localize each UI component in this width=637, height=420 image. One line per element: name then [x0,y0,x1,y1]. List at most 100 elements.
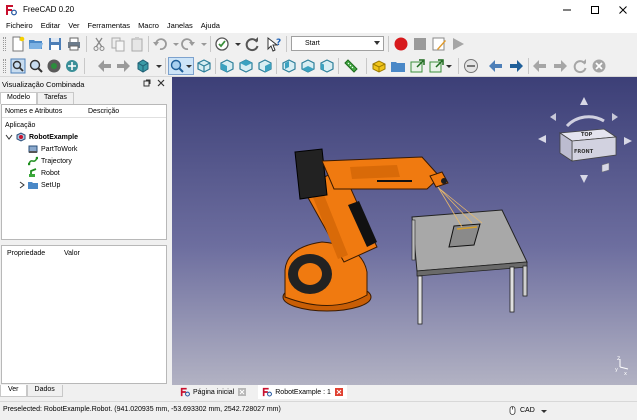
make-link-icon[interactable] [409,58,425,74]
combo-view-header: Visualização Combinada [2,79,171,90]
copy-icon[interactable] [110,36,126,52]
create-part-icon[interactable] [371,58,387,74]
menu-ajuda[interactable]: Ajuda [197,19,224,33]
tree-item-trajectory[interactable]: Trajectory [28,155,72,167]
menu-editar[interactable]: Editar [37,19,65,33]
nav-back-icon[interactable] [532,58,548,74]
property-column-value[interactable]: Valor [64,250,80,257]
tab-dados[interactable]: Dados [26,385,63,397]
minimize-button[interactable] [553,0,581,19]
menu-ferramentas[interactable]: Ferramentas [84,19,135,33]
create-group-icon[interactable] [390,58,406,74]
tree-root-text: Aplicação [5,121,36,129]
close-panel-icon[interactable] [157,79,165,87]
view-bottom-icon[interactable] [300,58,316,74]
whats-this-icon[interactable]: ? [266,36,282,52]
tree-document-row[interactable]: RobotExample [5,131,78,143]
tree-column-description[interactable]: Descrição [85,108,119,115]
maximize-button[interactable] [581,0,609,19]
tree-item-parttowork[interactable]: PartToWork [28,143,77,155]
toolbar-grip[interactable] [3,59,6,73]
fit-selection-icon[interactable] [28,58,44,74]
macro-record-check-icon[interactable] [214,36,230,52]
macro-edit-icon[interactable] [431,36,447,52]
zoom-icon[interactable] [169,58,185,74]
redo-icon[interactable] [180,36,196,52]
paste-icon[interactable] [129,36,145,52]
tree-column-names[interactable]: Nomes e Atributos [2,108,85,115]
tab-ver[interactable]: Ver [0,385,27,397]
tree-item-robot[interactable]: Robot [28,167,60,179]
print-icon[interactable] [66,36,82,52]
undo-icon[interactable] [152,36,168,52]
navcube-down-arrow-icon [580,175,588,183]
tree-item-setup[interactable]: SetUp [18,179,60,191]
draw-style-icon[interactable] [46,58,62,74]
tab-tarefas[interactable]: Tarefas [36,92,74,104]
float-panel-icon[interactable] [143,79,151,87]
tab-robotexample[interactable]: RobotExample : 1 [258,385,347,399]
cut-icon[interactable] [91,36,107,52]
tree-item-label: SetUp [41,181,61,189]
link-dropdown-icon[interactable] [444,58,454,74]
view-isometric-icon[interactable] [196,58,212,74]
trajectory-icon [28,156,38,166]
refresh-icon[interactable] [244,36,260,52]
view-rear-icon[interactable] [281,58,297,74]
model-tree: Nomes e Atributos Descrição Aplicação Ro… [1,104,167,240]
macro-run-icon[interactable] [450,36,466,52]
chevron-right-icon[interactable] [18,181,26,189]
menu-janelas[interactable]: Janelas [163,19,197,33]
view-front-icon[interactable] [219,58,235,74]
freecad-logo-icon [180,387,190,397]
fit-all-icon[interactable] [10,58,26,74]
link-actions-icon[interactable] [428,58,444,74]
tree-header: Nomes e Atributos Descrição [2,105,166,118]
toolbar-separator [276,58,277,74]
nav-stop-icon[interactable] [591,58,607,74]
open-folder-icon[interactable] [28,36,44,52]
mouse-icon [509,406,516,415]
navigation-cube[interactable]: TOP FRONT [538,97,632,183]
tree-item-label: Trajectory [41,157,72,165]
property-column-name[interactable]: Propriedade [2,250,64,257]
property-tabs: Ver Dados [0,385,63,397]
menu-ficheiro[interactable]: Ficheiro [2,19,37,33]
link-unlink-icon[interactable] [463,58,479,74]
zoom-dropdown-icon[interactable] [184,58,194,74]
menu-macro[interactable]: Macro [134,19,163,33]
view-top-icon[interactable] [238,58,254,74]
view-right-icon[interactable] [257,58,273,74]
3d-viewport[interactable]: TOP FRONT z x y [172,77,637,385]
toolbar-separator [148,36,149,52]
selection-filter-icon[interactable] [64,58,80,74]
tree-document-label: RobotExample [29,133,79,141]
view-left-icon[interactable] [319,58,335,74]
close-tab-icon[interactable] [238,388,247,396]
workbench-selector[interactable]: Start [291,36,384,51]
save-icon[interactable] [47,36,63,52]
back-arrow-icon[interactable] [97,58,113,74]
tab-modelo[interactable]: Modelo [0,92,37,104]
navcube-top-label: TOP [581,132,593,138]
tab-start-page[interactable]: Página inicial [176,385,250,399]
measure-distance-icon[interactable] [343,58,359,74]
go-back-link-icon[interactable] [488,58,504,74]
macro-record-icon[interactable] [393,36,409,52]
axis-y-label: y [615,367,618,373]
new-document-icon[interactable] [10,36,26,52]
axis-z-label: z [617,355,620,362]
macro-stop-icon[interactable] [412,36,428,52]
close-tab-icon[interactable] [334,388,343,396]
nav-forward-icon[interactable] [552,58,568,74]
toolbar-grip[interactable] [3,37,6,51]
nav-refresh-icon[interactable] [572,58,588,74]
menu-bar: Ficheiro Editar Ver Ferramentas Macro Ja… [0,19,637,33]
menu-ver[interactable]: Ver [64,19,83,33]
close-window-button[interactable] [609,0,637,19]
forward-arrow-icon[interactable] [115,58,131,74]
chevron-expanded-icon[interactable] [5,133,13,141]
go-next-link-icon[interactable] [508,58,524,74]
navigation-style-selector[interactable]: CAD [508,406,548,415]
std-views-icon[interactable] [135,58,151,74]
